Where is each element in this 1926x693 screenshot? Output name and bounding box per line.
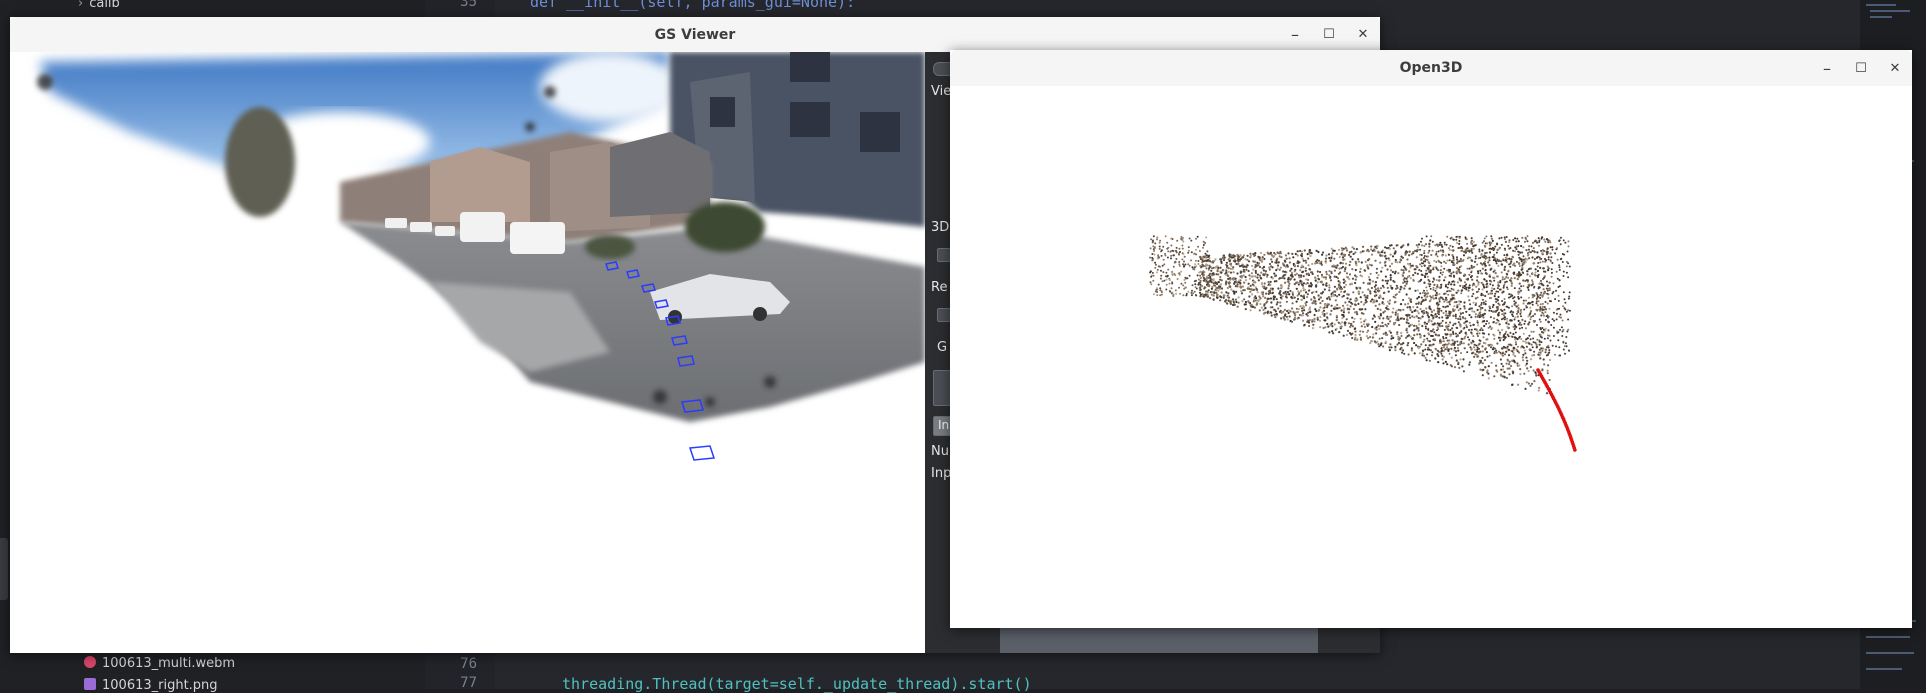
maximize-button[interactable]: ☐ <box>1844 50 1878 86</box>
image-preview-strip <box>1000 628 1318 653</box>
van-2 <box>510 222 565 254</box>
panel-label-render: Re <box>931 280 948 295</box>
open3d-window[interactable]: Open3D – ☐ ✕ <box>950 50 1912 628</box>
trajectory-point <box>1573 448 1577 452</box>
panel-label-3d: 3D <box>931 220 950 235</box>
tree-item-webm[interactable]: 100613_multi.webm <box>84 656 235 671</box>
minimize-button[interactable]: – <box>1810 50 1844 86</box>
window-title: Open3D <box>1399 60 1463 76</box>
window-controls: – ☐ ✕ <box>1810 50 1912 86</box>
panel-label-input: Inp <box>931 466 952 481</box>
checkbox[interactable] <box>937 308 951 322</box>
line-number: 35 <box>460 0 477 10</box>
point-cloud <box>1149 235 1577 452</box>
window-controls: – ☐ ✕ <box>1278 17 1380 52</box>
scroll-handle[interactable] <box>0 538 8 600</box>
gs-viewer-titlebar[interactable]: GS Viewer – ☐ ✕ <box>10 17 1380 53</box>
tree-item-png[interactable]: 100613_right.png <box>84 678 218 693</box>
panel-label-num: Nu <box>931 444 949 459</box>
chevron-right-icon: › <box>78 0 84 11</box>
panel-label-g: G <box>937 340 948 355</box>
image-file-icon <box>84 678 96 690</box>
tree-item-calib[interactable]: › calib <box>78 0 120 11</box>
panel-label-view: Vie <box>931 84 952 99</box>
code-line: threading.Thread(target=self._update_thr… <box>562 675 1032 693</box>
checkbox[interactable] <box>937 248 951 262</box>
close-button[interactable]: ✕ <box>1346 17 1380 52</box>
video-file-icon <box>84 656 96 668</box>
close-button[interactable]: ✕ <box>1878 50 1912 86</box>
maximize-button[interactable]: ☐ <box>1312 17 1346 52</box>
tree <box>225 107 295 217</box>
gaussian-splat-render-canvas[interactable] <box>10 52 925 653</box>
window-title: GS Viewer <box>654 26 736 43</box>
splat-scene <box>37 52 925 461</box>
point-cloud-canvas[interactable] <box>950 86 1912 628</box>
camera-trajectory-points <box>1536 368 1577 452</box>
code-line: def __init__(self, params_gui=None): <box>530 0 856 11</box>
van-1 <box>460 212 505 242</box>
open3d-titlebar[interactable]: Open3D – ☐ ✕ <box>950 50 1912 87</box>
minimize-button[interactable]: – <box>1278 17 1312 52</box>
line-number: 76 <box>460 656 477 672</box>
